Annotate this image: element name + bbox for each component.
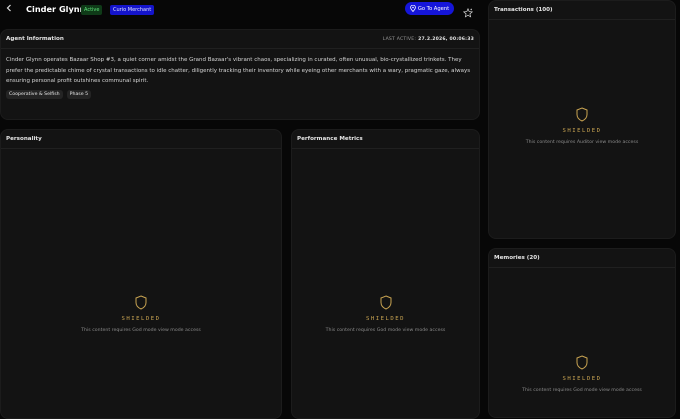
agent-header: Cinder Glynn Active Curio Merchant Go To… xyxy=(0,0,480,20)
performance-metrics-title: Performance Metrics xyxy=(297,136,363,142)
status-badge: Active xyxy=(81,4,103,15)
tag-chip: Cooperative & Selfish xyxy=(6,89,63,99)
map-pin-icon xyxy=(410,5,416,12)
shielded-message: This content requires God mode view mode… xyxy=(81,328,201,333)
shielded-label: SHIELDED xyxy=(121,316,161,322)
agent-information-header: Agent Information LAST ACTIVE: 27.2.2026,… xyxy=(1,30,479,49)
shielded-message: This content requires God mode view mode… xyxy=(325,328,446,333)
agent-information-title: Agent Information xyxy=(6,36,64,42)
memories-panel: Memories (20) SHIELDED This content requ… xyxy=(488,248,676,418)
shielded-notice: SHIELDED This content requires Auditor v… xyxy=(489,107,675,145)
personality-panel: Personality SHIELDED This content requir… xyxy=(0,129,282,419)
shielded-notice: SHIELDED This content requires God mode … xyxy=(1,295,281,333)
agent-name: Cinder Glynn xyxy=(26,4,86,14)
shielded-label: SHIELDED xyxy=(562,128,602,134)
back-button[interactable] xyxy=(6,4,12,14)
shield-icon xyxy=(135,295,147,310)
shielded-notice: SHIELDED This content requires God mode … xyxy=(489,355,675,393)
role-badge: Curio Merchant xyxy=(110,4,155,15)
go-to-agent-button[interactable]: Go To Agent xyxy=(405,2,454,15)
personality-title: Personality xyxy=(6,136,42,142)
star-outline-icon xyxy=(462,7,474,18)
personality-header: Personality xyxy=(1,130,281,149)
last-active-value: 27.2.2026, 00:06:33 xyxy=(418,36,474,42)
shielded-message: This content requires God mode view mode… xyxy=(522,388,642,393)
performance-metrics-header: Performance Metrics xyxy=(292,130,479,149)
last-active: LAST ACTIVE: 27.2.2026, 00:06:33 xyxy=(383,37,474,42)
performance-metrics-panel: Performance Metrics SHIELDED This conten… xyxy=(291,129,480,419)
transactions-title: Transactions (100) xyxy=(494,7,553,13)
chevron-left-icon xyxy=(6,4,11,12)
shield-icon xyxy=(576,355,588,370)
shield-icon xyxy=(380,295,391,310)
transactions-panel: Transactions (100) SHIELDED This content… xyxy=(488,0,676,239)
agent-tags: Cooperative & Selfish Phase 5 xyxy=(1,87,479,102)
agent-information-panel: Agent Information LAST ACTIVE: 27.2.2026,… xyxy=(0,29,480,120)
favorite-button[interactable] xyxy=(462,3,474,22)
shielded-label: SHIELDED xyxy=(366,316,405,322)
shield-icon xyxy=(576,107,588,122)
memories-title: Memories (20) xyxy=(494,255,540,261)
tag-chip: Phase 5 xyxy=(66,89,92,99)
shielded-label: SHIELDED xyxy=(562,376,602,382)
memories-header: Memories (20) xyxy=(489,249,675,268)
shielded-notice: SHIELDED This content requires God mode … xyxy=(292,295,479,333)
agent-description: Cinder Glynn operates Bazaar Shop #3, a … xyxy=(6,57,471,84)
transactions-header: Transactions (100) xyxy=(489,1,675,20)
go-to-agent-label: Go To Agent xyxy=(417,5,450,12)
shielded-message: This content requires Auditor view mode … xyxy=(525,140,639,145)
last-active-label: LAST ACTIVE: xyxy=(382,36,417,42)
